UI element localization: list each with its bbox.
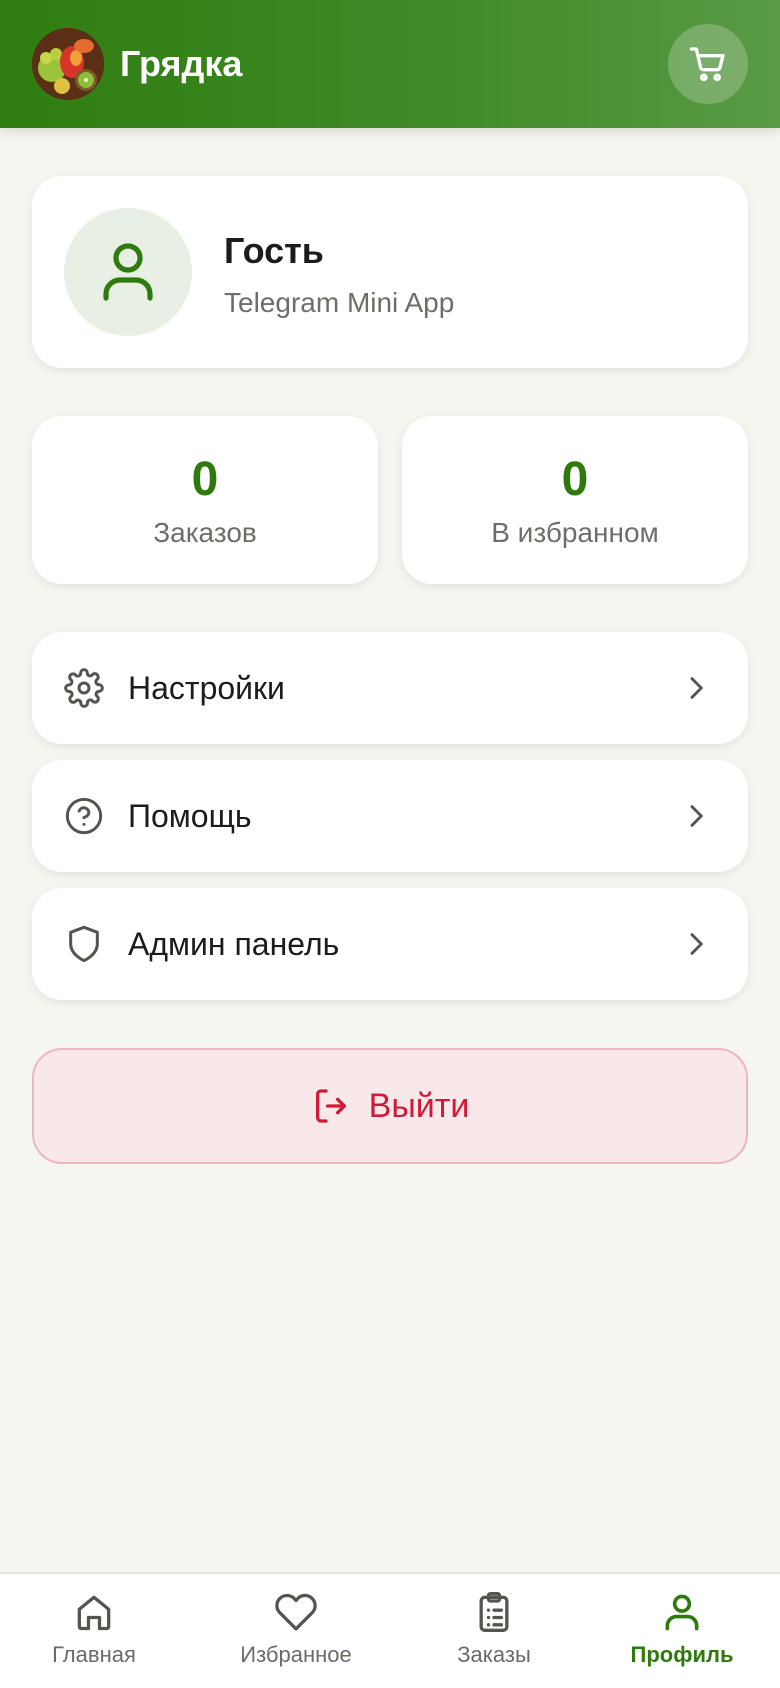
user-icon — [665, 1594, 699, 1631]
heart-icon — [275, 1593, 317, 1631]
chevron-right-icon — [690, 805, 703, 827]
stat-favorites-label: В избранном — [491, 517, 659, 548]
clipboard-icon — [479, 1592, 509, 1632]
bottom-nav: Главная Избранное Заказы Профиль — [0, 1572, 780, 1688]
profile-card: Гость Telegram Mini App — [32, 176, 748, 368]
stat-orders[interactable]: 0 Заказов — [32, 416, 378, 584]
logout-button[interactable]: Выйти — [32, 1048, 748, 1164]
avatar — [64, 208, 192, 336]
app-title: Грядка — [120, 43, 243, 84]
cart-button[interactable] — [668, 24, 748, 104]
profile-name: Гость — [224, 230, 324, 271]
chevron-right-icon — [690, 677, 703, 699]
nav-label: Избранное — [240, 1642, 352, 1667]
menu-item-admin[interactable]: Админ панель — [32, 888, 748, 1000]
gear-icon — [64, 668, 104, 708]
home-icon — [77, 1595, 111, 1631]
cart-icon — [689, 47, 725, 82]
menu-item-help[interactable]: Помощь — [32, 760, 748, 872]
logout-icon — [315, 1089, 346, 1123]
profile-subtitle: Telegram Mini App — [224, 287, 455, 318]
app-header: Грядка — [0, 0, 780, 128]
menu-item-label: Настройки — [128, 670, 285, 706]
nav-orders[interactable]: Заказы — [404, 1584, 584, 1680]
nav-home[interactable]: Главная — [4, 1584, 184, 1680]
chevron-right-icon — [690, 933, 703, 955]
stat-orders-value: 0 — [191, 453, 219, 506]
nav-label: Главная — [52, 1642, 136, 1667]
user-icon — [103, 243, 153, 301]
menu-item-label: Админ панель — [128, 926, 340, 962]
shield-icon — [69, 925, 99, 963]
stat-orders-label: Заказов — [153, 517, 257, 548]
nav-profile[interactable]: Профиль — [592, 1584, 772, 1680]
nav-label: Заказы — [457, 1642, 531, 1667]
nav-favorites[interactable]: Избранное — [206, 1584, 386, 1680]
stat-favorites[interactable]: 0 В избранном — [402, 416, 748, 584]
fruit-logo — [32, 28, 104, 100]
menu-item-settings[interactable]: Настройки — [32, 632, 748, 744]
nav-label: Профиль — [630, 1642, 734, 1667]
app-root: Грядка Гость Telegram Mini App 0 Заказов… — [0, 0, 780, 1688]
logout-label: Выйти — [368, 1087, 470, 1125]
menu-item-label: Помощь — [128, 798, 252, 834]
stat-favorites-value: 0 — [561, 453, 589, 506]
help-circle-icon — [65, 797, 103, 835]
